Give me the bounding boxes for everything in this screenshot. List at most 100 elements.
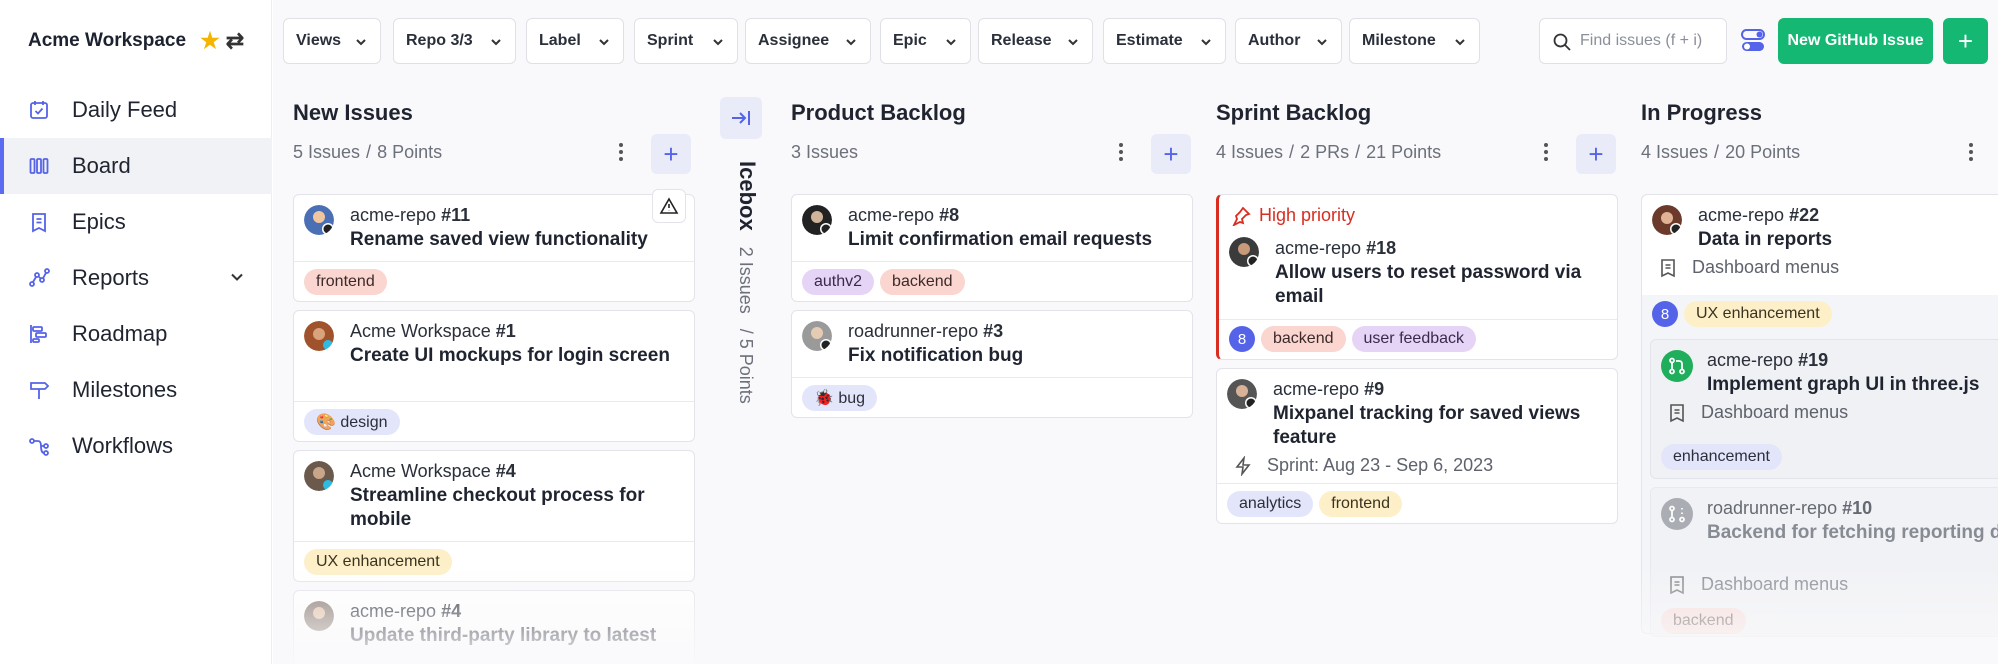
- sidebar-item-milestones[interactable]: Milestones: [0, 362, 272, 418]
- filter-views[interactable]: Views: [283, 18, 381, 64]
- label-bug[interactable]: 🐞 bug: [802, 385, 878, 411]
- chevron-down-icon: [946, 39, 956, 46]
- more-vertical-icon[interactable]: [1540, 138, 1552, 166]
- estimate-badge: 8: [1652, 301, 1678, 327]
- label-user-feedback[interactable]: user feedback: [1351, 326, 1477, 352]
- filter-sprint[interactable]: Sprint: [634, 18, 738, 64]
- issue-repo: acme-repo #18: [1275, 238, 1397, 258]
- estimate-badge: 8: [1229, 326, 1255, 352]
- label-analytics[interactable]: analytics: [1227, 491, 1314, 517]
- sidebar-item-label: Milestones: [72, 377, 178, 402]
- issue-card[interactable]: acme-repo #4 Update third-party library …: [293, 590, 695, 664]
- sidebar-item-epics[interactable]: Epics: [0, 194, 272, 250]
- collapse-right-icon: [732, 111, 750, 125]
- label-ux-enhancement[interactable]: UX enhancement: [304, 549, 452, 575]
- view-toggle-icon[interactable]: [1739, 26, 1769, 56]
- issue-repo: acme-repo #4: [350, 601, 462, 621]
- chevron-down-icon: [1201, 39, 1211, 46]
- add-button[interactable]: +: [1943, 18, 1988, 64]
- more-vertical-icon[interactable]: [1115, 138, 1127, 166]
- label-frontend[interactable]: frontend: [1319, 491, 1402, 517]
- issue-card[interactable]: acme-repo #11 Rename saved view function…: [293, 189, 695, 302]
- chevron-down-icon[interactable]: [228, 268, 246, 286]
- add-issue-button[interactable]: +: [651, 134, 691, 174]
- more-vertical-icon[interactable]: [615, 138, 627, 166]
- issue-card[interactable]: Acme Workspace #1 Create UI mockups for …: [293, 310, 695, 442]
- column-meta: 5 Issues/8 Points: [293, 142, 443, 162]
- warning-icon: [659, 197, 679, 214]
- new-github-issue-button[interactable]: New GitHub Issue: [1778, 18, 1933, 64]
- label-enhancement[interactable]: enhancement: [1661, 444, 1782, 470]
- icebox-collapsed[interactable]: Icebox 2 Issues / 5 Points: [720, 97, 762, 457]
- sidebar-item-board[interactable]: Board: [0, 138, 272, 194]
- tag-list: 8 backend user feedback: [1229, 326, 1477, 352]
- pr-open-icon: [1661, 350, 1693, 382]
- label-frontend[interactable]: frontend: [304, 269, 387, 295]
- swap-icon[interactable]: ⇄: [226, 28, 244, 54]
- issue-repo: acme-repo #11: [350, 205, 471, 225]
- issue-card[interactable]: acme-repo #8 Limit confirmation email re…: [791, 194, 1193, 302]
- pull-request-card[interactable]: roadrunner-repo #10 Backend for fetching…: [1650, 487, 1998, 637]
- filter-label: Release: [991, 32, 1052, 49]
- add-issue-button[interactable]: +: [1151, 134, 1191, 174]
- column-meta: 4 Issues/2 PRs/21 Points: [1216, 142, 1442, 162]
- avatar: [304, 205, 334, 235]
- issue-repo: acme-repo #8: [848, 205, 960, 225]
- issue-card[interactable]: Acme Workspace #4 Streamline checkout pr…: [293, 450, 695, 582]
- filter-estimate[interactable]: Estimate: [1103, 18, 1226, 64]
- filter-label[interactable]: Label: [526, 18, 624, 64]
- column-title: Product Backlog: [791, 100, 966, 125]
- issue-repo: acme-repo #19: [1707, 350, 1829, 370]
- avatar: [304, 461, 334, 491]
- sidebar-item-daily-feed[interactable]: Daily Feed: [0, 82, 272, 138]
- issue-card[interactable]: roadrunner-repo #3 Fix notification bug …: [791, 310, 1193, 418]
- filter-assignee[interactable]: Assignee: [745, 18, 871, 64]
- issue-title: Mixpanel tracking for saved views featur…: [1273, 403, 1581, 448]
- issue-card[interactable]: acme-repo #9 Mixpanel tracking for saved…: [1216, 368, 1618, 524]
- issue-card-epic-group[interactable]: acme-repo #22 Data in reports Dashboard …: [1641, 194, 1998, 637]
- filter-label: Sprint: [647, 32, 694, 49]
- issue-count: 4 Issues: [1641, 142, 1709, 162]
- issue-title: Implement graph UI in three.js: [1707, 374, 1980, 395]
- issue-count: 4 Issues: [1216, 142, 1284, 162]
- issue-repo: Acme Workspace #4: [350, 461, 516, 481]
- sidebar-nav: Daily Feed Board Epics Reports Roadmap M…: [0, 82, 272, 474]
- signpost-icon: [30, 382, 50, 399]
- lightning-icon: [1235, 455, 1251, 476]
- epic-document-icon: [32, 213, 46, 233]
- star-icon[interactable]: ★: [200, 28, 220, 54]
- label-backend[interactable]: backend: [1261, 326, 1346, 352]
- filter-label: Views: [296, 32, 342, 49]
- sidebar-item-label: Reports: [72, 265, 150, 290]
- filter-milestone[interactable]: Milestone: [1349, 18, 1480, 64]
- avatar: [1229, 237, 1259, 267]
- label-design[interactable]: 🎨 design: [304, 409, 400, 435]
- filter-author[interactable]: Author: [1235, 18, 1342, 64]
- label-authv2[interactable]: authv2: [802, 269, 875, 295]
- issue-title: Fix notification bug: [848, 345, 1024, 366]
- add-issue-button[interactable]: +: [1576, 134, 1616, 174]
- sidebar-item-roadmap[interactable]: Roadmap: [0, 306, 272, 362]
- label-backend[interactable]: backend: [880, 269, 965, 295]
- pr-draft-icon: [1661, 498, 1693, 530]
- expand-button[interactable]: [720, 97, 762, 139]
- filter-release[interactable]: Release: [978, 18, 1093, 64]
- sidebar-item-workflows[interactable]: Workflows: [0, 418, 272, 474]
- label-backend[interactable]: backend: [1661, 608, 1746, 634]
- more-vertical-icon[interactable]: [1965, 138, 1977, 166]
- workspace-switcher[interactable]: Acme Workspace ★ ⇄: [28, 28, 244, 54]
- label-ux-enhancement[interactable]: UX enhancement: [1684, 301, 1832, 327]
- tag-list: UX enhancement: [304, 549, 452, 575]
- issue-card[interactable]: High priority acme-repo #18 Allow users …: [1216, 194, 1618, 360]
- chevron-down-icon: [1455, 39, 1465, 46]
- tag-list: 8 UX enhancement: [1652, 301, 1832, 327]
- issue-title: Backend for fetching reporting data: [1707, 522, 1998, 543]
- priority-label: High priority: [1259, 205, 1356, 225]
- pull-request-card[interactable]: acme-repo #19 Implement graph UI in thre…: [1650, 339, 1998, 479]
- sidebar-item-reports[interactable]: Reports: [0, 250, 272, 306]
- filter-epic[interactable]: Epic: [880, 18, 971, 64]
- column-meta: 3 Issues: [791, 142, 858, 163]
- search-input[interactable]: Find issues (f + i): [1539, 18, 1727, 64]
- warning-button[interactable]: [652, 189, 686, 223]
- filter-repo[interactable]: Repo 3/3: [393, 18, 516, 64]
